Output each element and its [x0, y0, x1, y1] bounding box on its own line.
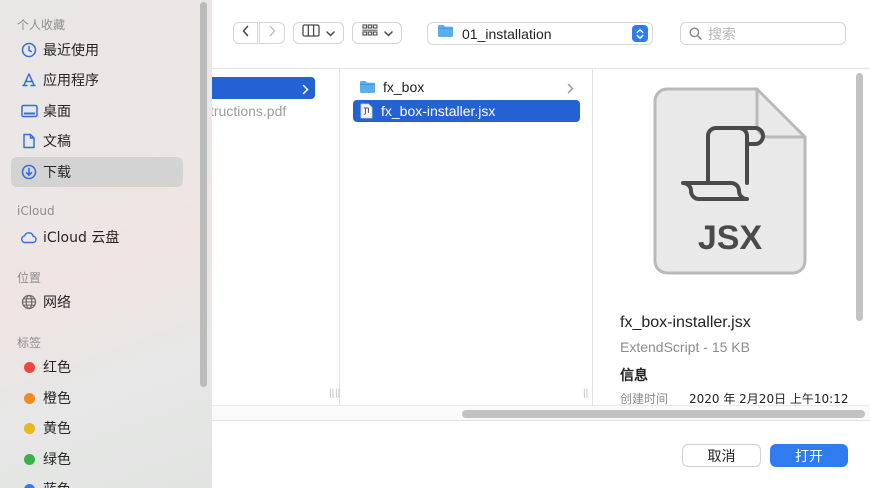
globe-icon — [18, 294, 40, 310]
column-browser: tructions.pdf || fx_box fx_box-installer… — [212, 68, 870, 421]
column-resize-handle[interactable]: || — [583, 388, 588, 399]
apps-icon — [18, 72, 40, 88]
back-button[interactable] — [233, 22, 258, 44]
jsx-document-icon: JSX — [653, 87, 808, 280]
updown-chevron-icon — [632, 25, 648, 42]
sidebar-item-label: 桌面 — [43, 104, 71, 120]
toolbar: 01_installation 搜索 — [212, 0, 870, 68]
horizontal-scrollbar[interactable] — [462, 410, 865, 418]
sidebar-item-label: 蓝色 — [43, 479, 71, 488]
sidebar-tag-blue[interactable]: 蓝色 — [11, 474, 183, 488]
preview-pane: JSX fx_box-installer.jsx ExtendScript - … — [607, 69, 857, 406]
jsx-file-icon — [360, 103, 373, 119]
tag-dot-icon — [18, 483, 40, 488]
file-name: fx_box — [383, 79, 425, 95]
tag-dot-icon — [18, 453, 40, 465]
sidebar-tag-red[interactable]: 红色 — [11, 352, 183, 382]
sidebar-item-recents[interactable]: 最近使用 — [11, 35, 183, 65]
sidebar-section-tags: 标签 — [17, 336, 42, 350]
open-button[interactable]: 打开 — [770, 444, 848, 467]
view-columns-button[interactable] — [293, 22, 344, 44]
search-icon — [689, 27, 702, 40]
chevron-down-icon — [383, 24, 393, 42]
desktop-icon — [18, 104, 40, 118]
sidebar-section-favorites: 个人收藏 — [17, 18, 66, 32]
column-resize-handle[interactable]: || — [335, 388, 340, 399]
list-item-folder[interactable]: fx_box — [353, 76, 580, 98]
download-icon — [18, 164, 40, 180]
sidebar-item-label: 文稿 — [43, 134, 71, 150]
preview-info-heading: 信息 — [620, 368, 648, 384]
jsx-icon-text: JSX — [698, 219, 763, 257]
preview-file-name: fx_box-installer.jsx — [620, 314, 751, 331]
search-placeholder: 搜索 — [708, 26, 736, 43]
chevron-right-icon — [567, 81, 574, 99]
chevron-down-icon — [326, 24, 335, 42]
file-name: tructions.pdf — [212, 103, 287, 119]
sidebar-item-label: 最近使用 — [43, 43, 99, 59]
list-item-selected-file[interactable]: fx_box-installer.jsx — [353, 100, 580, 122]
tag-dot-icon — [18, 422, 40, 434]
document-icon — [18, 133, 40, 149]
sidebar-tag-green[interactable]: 绿色 — [11, 444, 183, 474]
column-2: fx_box fx_box-installer.jsx || || — [335, 69, 593, 405]
chevron-left-icon — [241, 24, 251, 42]
sidebar-scrollbar[interactable] — [200, 2, 207, 387]
sidebar-item-icloud-drive[interactable]: iCloud 云盘 — [11, 222, 183, 252]
group-by-button[interactable] — [352, 22, 402, 44]
chevron-right-icon — [302, 82, 309, 100]
list-item[interactable]: tructions.pdf — [212, 100, 330, 122]
clock-icon — [18, 42, 40, 58]
sidebar-section-icloud: iCloud — [17, 204, 55, 218]
search-field[interactable]: 搜索 — [680, 22, 846, 45]
preview-vertical-scrollbar[interactable] — [856, 73, 863, 321]
sidebar-item-label: 红色 — [43, 360, 71, 376]
sidebar-section-locations: 位置 — [17, 271, 42, 285]
cloud-icon — [18, 231, 40, 244]
sidebar-item-downloads[interactable]: 下载 — [11, 157, 183, 187]
sidebar-item-desktop[interactable]: 桌面 — [11, 96, 183, 126]
folder-icon — [359, 80, 376, 94]
tag-dot-icon — [18, 361, 40, 373]
chevron-right-icon — [267, 24, 277, 42]
list-item-selected-folder[interactable] — [212, 77, 315, 99]
forward-button[interactable] — [259, 22, 285, 44]
sidebar: 个人收藏 最近使用 应用程序 桌面 文稿 下载 iCloud iCloud 云盘… — [0, 0, 212, 488]
sidebar-item-label: 橙色 — [43, 391, 71, 407]
sidebar-item-documents[interactable]: 文稿 — [11, 126, 183, 156]
cancel-button[interactable]: 取消 — [682, 444, 761, 467]
sidebar-tag-orange[interactable]: 橙色 — [11, 383, 183, 413]
column-1: tructions.pdf || — [212, 69, 340, 405]
sidebar-item-applications[interactable]: 应用程序 — [11, 65, 183, 95]
sidebar-item-label: 黄色 — [43, 421, 71, 437]
location-popup[interactable]: 01_installation — [427, 22, 653, 45]
column-resize-handle[interactable]: || — [329, 388, 334, 399]
sidebar-tag-yellow[interactable]: 黄色 — [11, 413, 183, 443]
sidebar-item-label: 下载 — [43, 165, 71, 181]
columns-view-icon — [302, 24, 320, 42]
sidebar-item-network[interactable]: 网络 — [11, 287, 183, 317]
location-label: 01_installation — [462, 25, 552, 42]
folder-icon — [437, 24, 454, 43]
tag-dot-icon — [18, 392, 40, 404]
horizontal-scroll-track — [212, 405, 870, 421]
file-name: fx_box-installer.jsx — [381, 103, 496, 119]
sidebar-item-label: 网络 — [43, 295, 71, 311]
grid-group-icon — [361, 24, 378, 42]
sidebar-item-label: 绿色 — [43, 452, 71, 468]
preview-file-kind: ExtendScript - 15 KB — [620, 339, 750, 355]
sidebar-item-label: 应用程序 — [43, 73, 99, 89]
dialog-footer: 取消 打开 — [212, 420, 870, 488]
sidebar-item-label: iCloud 云盘 — [43, 230, 120, 246]
